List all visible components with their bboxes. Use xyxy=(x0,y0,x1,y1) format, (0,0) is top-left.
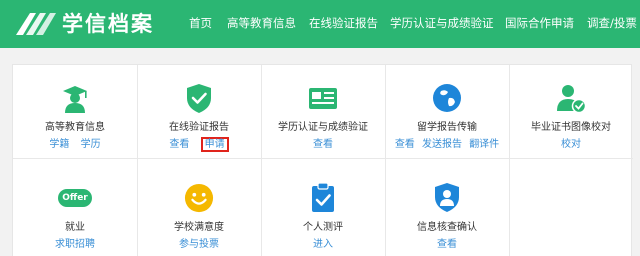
link-proofread[interactable]: 校对 xyxy=(561,139,581,150)
link-send-report[interactable]: 发送报告 xyxy=(422,139,462,150)
service-certification: 学历认证与成绩验证 查看 xyxy=(261,65,385,158)
offer-icon: Offer xyxy=(58,189,92,207)
service-online-report: 在线验证报告 查看 申请 xyxy=(137,65,261,158)
nav-survey[interactable]: 调查/投票 xyxy=(587,15,637,31)
link-view-verification[interactable]: 查看 xyxy=(437,239,457,250)
service-personal-assessment: 个人测评 进入 xyxy=(261,159,385,252)
service-title: 信息核查确认 xyxy=(417,222,477,233)
link-translation[interactable]: 翻译件 xyxy=(469,139,499,150)
service-grid: 高等教育信息 学籍 学历 在线验证报告 查看 申请 学历认证与成绩验证 查看 留… xyxy=(12,64,633,256)
shield-check-icon xyxy=(187,84,211,113)
service-title: 个人测评 xyxy=(303,222,343,233)
nav-online-report[interactable]: 在线验证报告 xyxy=(309,15,378,31)
globe-icon xyxy=(433,84,461,112)
profile-shield-icon xyxy=(435,183,459,212)
brand-title[interactable]: 学信档案 xyxy=(62,11,154,37)
nav-certification[interactable]: 学历认证与成绩验证 xyxy=(390,15,494,31)
nav-higher-education[interactable]: 高等教育信息 xyxy=(227,15,296,31)
graduate-icon xyxy=(63,86,87,113)
link-enter[interactable]: 进入 xyxy=(313,239,333,250)
service-info-verification: 信息核查确认 查看 xyxy=(385,159,509,252)
smiley-icon xyxy=(184,183,214,213)
clipboard-check-icon xyxy=(312,182,334,212)
service-title: 高等教育信息 xyxy=(45,122,105,133)
link-view-certification[interactable]: 查看 xyxy=(313,139,333,150)
service-title: 留学报告传输 xyxy=(417,122,477,133)
service-title: 学校满意度 xyxy=(174,222,224,233)
link-degree[interactable]: 学历 xyxy=(81,139,101,150)
service-study-abroad-report: 留学报告传输 查看 发送报告 翻译件 xyxy=(385,65,509,158)
service-title: 学历认证与成绩验证 xyxy=(278,122,368,133)
nav-home[interactable]: 首页 xyxy=(189,15,212,31)
service-diploma-proofreading: 毕业证书图像校对 校对 xyxy=(509,65,633,158)
nav-international[interactable]: 国际合作申请 xyxy=(505,15,574,31)
link-view-report[interactable]: 查看 xyxy=(169,139,189,150)
empty-cell xyxy=(509,159,633,252)
service-school-satisfaction: 学校满意度 参与投票 xyxy=(137,159,261,252)
top-nav-bar: 学信档案 首页 高等教育信息 在线验证报告 学历认证与成绩验证 国际合作申请 调… xyxy=(0,0,640,48)
link-apply-report[interactable]: 申请 xyxy=(200,137,229,152)
service-higher-education: 高等教育信息 学籍 学历 xyxy=(13,65,137,158)
logo-icon xyxy=(16,13,56,35)
service-title: 在线验证报告 xyxy=(169,122,229,133)
link-job-search[interactable]: 求职招聘 xyxy=(55,239,95,250)
user-check-icon xyxy=(557,85,587,114)
link-view-transfer[interactable]: 查看 xyxy=(395,139,415,150)
link-vote[interactable]: 参与投票 xyxy=(179,239,219,250)
certificate-card-icon xyxy=(309,88,337,109)
service-title: 毕业证书图像校对 xyxy=(531,122,611,133)
service-employment: Offer 就业 求职招聘 xyxy=(13,159,137,252)
link-student-status[interactable]: 学籍 xyxy=(49,139,69,150)
service-title: 就业 xyxy=(65,222,85,233)
